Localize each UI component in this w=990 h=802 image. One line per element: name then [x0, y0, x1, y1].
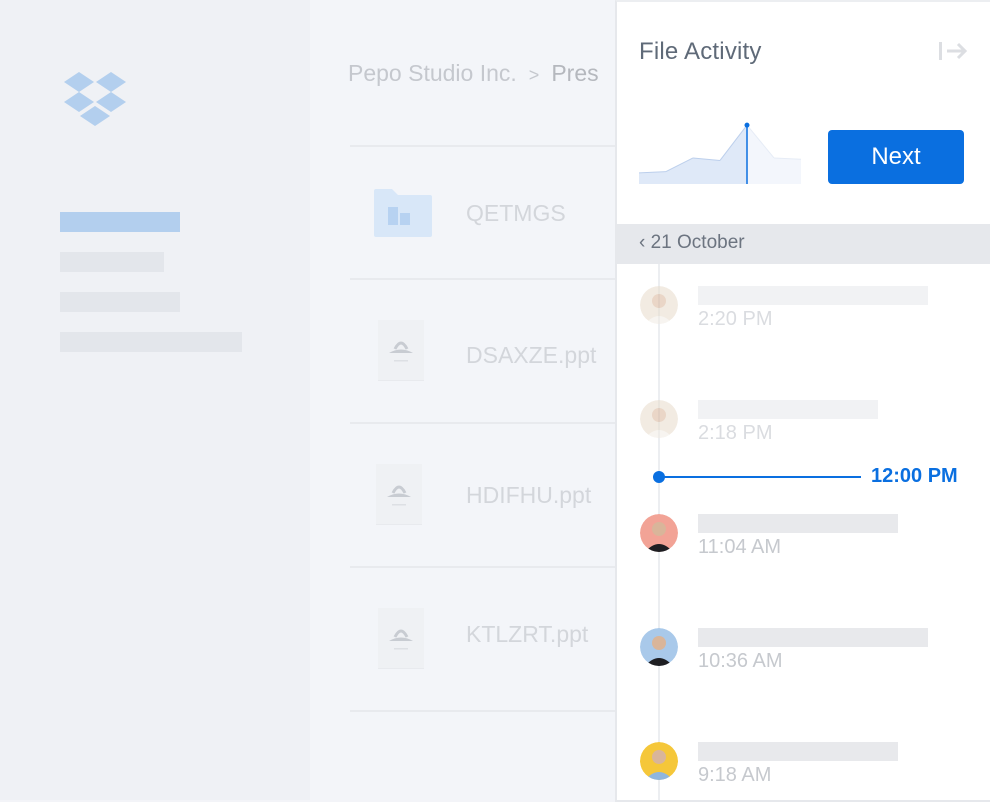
file-name[interactable]: QETMGS — [466, 200, 566, 227]
activity-description-placeholder — [698, 514, 898, 533]
current-time-marker: 12:00 PM — [617, 465, 990, 489]
date-label: 21 October — [650, 232, 745, 253]
sidebar-item[interactable] — [60, 252, 164, 272]
sparkline-selected-point — [744, 122, 750, 128]
date-header: ‹ 21 October — [617, 224, 990, 264]
activity-time: 10:36 AM — [698, 650, 783, 672]
breadcrumb: Pepo Studio Inc. > Pres — [348, 60, 599, 87]
file-browser: Pepo Studio Inc. > Pres QETMGS DSAXZE.ppt … — [310, 0, 615, 800]
activity-entry[interactable]: 10:36 AM — [617, 628, 990, 688]
user-avatar — [640, 400, 678, 438]
next-button[interactable]: Next — [828, 130, 964, 184]
breadcrumb-separator: > — [528, 65, 540, 85]
sidebar-item[interactable] — [60, 292, 180, 312]
dropbox-logo-icon[interactable] — [62, 72, 130, 128]
activity-description-placeholder — [698, 742, 898, 761]
activity-time: 11:04 AM — [698, 536, 782, 558]
file-name[interactable]: KTLZRT.ppt — [466, 621, 588, 648]
activity-time: 2:18 PM — [698, 422, 773, 444]
file-activity-panel: File Activity Next ‹ 21 October 2:20 PM … — [615, 0, 990, 802]
panel-title: File Activity — [639, 38, 762, 65]
user-avatar — [640, 742, 678, 780]
activity-description-placeholder — [698, 628, 928, 647]
activity-entry[interactable]: 9:18 AM — [617, 742, 990, 802]
activity-entry[interactable]: 11:04 AM — [617, 514, 990, 574]
activity-time: 9:18 AM — [698, 764, 772, 786]
date-back-button[interactable]: ‹ 21 October — [639, 232, 745, 254]
current-time-line — [659, 476, 861, 478]
divider — [350, 710, 615, 712]
sparkline-past-area — [639, 125, 747, 184]
breadcrumb-root[interactable]: Pepo Studio Inc. — [348, 60, 517, 86]
activity-sparkline[interactable] — [639, 114, 809, 188]
file-row[interactable]: KTLZRT.ppt — [350, 568, 615, 708]
activity-description-placeholder — [698, 400, 878, 419]
user-avatar — [640, 628, 678, 666]
user-avatar — [640, 286, 678, 324]
sidebar-item-active[interactable] — [60, 212, 180, 232]
sidebar — [0, 0, 310, 800]
file-name[interactable]: DSAXZE.ppt — [466, 342, 596, 369]
user-avatar — [640, 514, 678, 552]
presentation-icon — [376, 464, 422, 525]
sidebar-item[interactable] — [60, 332, 242, 352]
presentation-icon — [378, 320, 424, 381]
current-time-label: 12:00 PM — [871, 465, 958, 487]
file-row[interactable]: DSAXZE.ppt — [350, 280, 615, 420]
breadcrumb-current[interactable]: Pres — [551, 60, 598, 86]
activity-time: 2:20 PM — [698, 308, 773, 330]
activity-entry[interactable]: 2:18 PM — [617, 400, 990, 460]
shared-folder-icon — [374, 189, 432, 237]
file-name[interactable]: HDIFHU.ppt — [466, 482, 591, 509]
chevron-left-icon: ‹ — [639, 232, 646, 253]
activity-entry[interactable]: 2:20 PM — [617, 286, 990, 346]
file-row[interactable]: QETMGS — [350, 147, 615, 287]
file-row[interactable]: HDIFHU.ppt — [350, 424, 615, 564]
collapse-right-icon[interactable] — [938, 40, 968, 62]
presentation-icon — [378, 608, 424, 669]
activity-description-placeholder — [698, 286, 928, 305]
